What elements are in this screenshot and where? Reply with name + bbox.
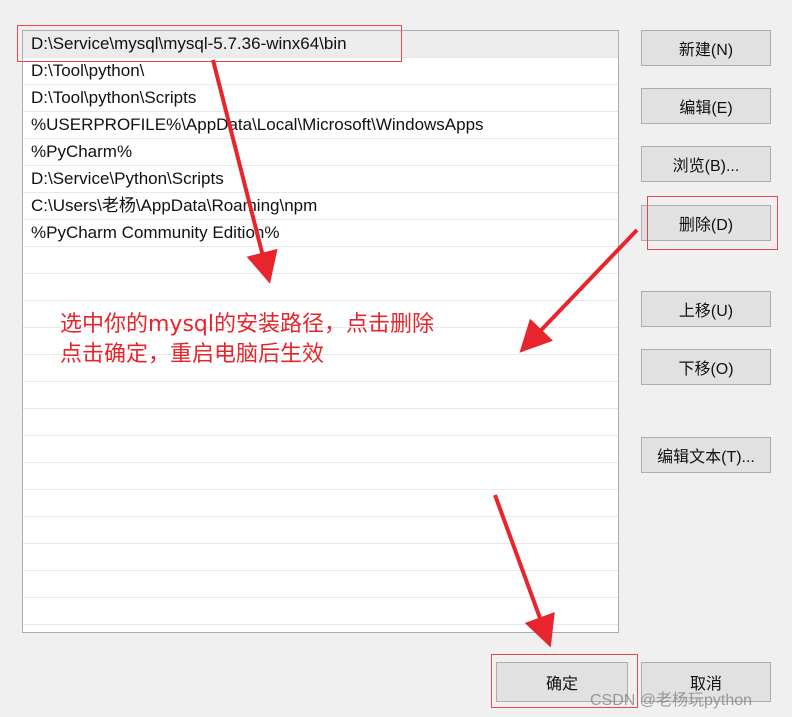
arrow-ok-icon xyxy=(493,494,555,648)
annotation-arrows xyxy=(211,59,639,648)
arrow-left-icon xyxy=(519,228,639,353)
watermark: CSDN @老杨玩python xyxy=(590,692,753,709)
arrow-down-icon xyxy=(211,59,278,284)
